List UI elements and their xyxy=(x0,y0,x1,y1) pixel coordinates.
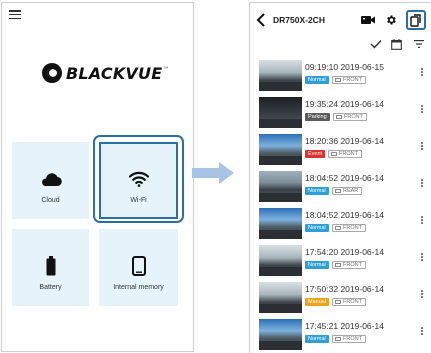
camera-icon xyxy=(335,78,341,82)
tile-cloud[interactable]: Cloud xyxy=(12,142,89,219)
recording-type-badge: Manual xyxy=(305,298,330,306)
more-options-icon[interactable] xyxy=(419,253,425,267)
camera-channel-label: FRONT xyxy=(328,150,362,158)
arrow-right-icon xyxy=(192,162,234,184)
recording-row[interactable]: 17:45:21 2019-06-14 Normal FRONT xyxy=(250,316,431,353)
camera-channel-label: FRONT xyxy=(333,113,367,121)
more-options-icon[interactable] xyxy=(419,290,425,304)
recording-row[interactable]: 17:50:32 2019-06-14 Manual FRONT xyxy=(250,279,431,316)
recording-row[interactable]: 17:54:20 2019-06-14 Normal FRONT xyxy=(250,242,431,279)
recording-type-badge: Parking xyxy=(305,113,330,121)
recording-row[interactable]: 18:04:52 2019-06-14 Normal REAR xyxy=(250,168,431,205)
camera-channel-label: FRONT xyxy=(332,261,366,269)
camera-channel-text: REAR xyxy=(343,187,359,194)
camera-channel-text: FRONT xyxy=(343,335,362,342)
recording-timestamp: 09:19:10 2019-06-15 xyxy=(305,62,384,72)
recording-row[interactable]: 18:04:52 2019-06-14 Normal FRONT xyxy=(250,205,431,242)
camera-icon xyxy=(335,263,341,267)
camera-channel-text: FRONT xyxy=(343,261,362,268)
blackvue-logo: BLACKVUE ™ xyxy=(42,62,168,84)
calendar-icon[interactable] xyxy=(391,39,402,50)
recording-type-badge: Normal xyxy=(305,261,329,269)
settings-gear-icon[interactable] xyxy=(383,12,399,28)
camera-icon xyxy=(331,152,337,156)
recording-timestamp: 18:20:36 2019-06-14 xyxy=(305,136,384,146)
logo-text: BLACKVUE xyxy=(66,63,163,83)
recording-row[interactable]: 18:20:36 2019-06-14 Event FRONT xyxy=(250,131,431,168)
camera-channel-text: FRONT xyxy=(339,150,358,157)
tile-internal-memory[interactable]: Internal memory xyxy=(99,229,178,306)
recording-timestamp: 17:54:20 2019-06-14 xyxy=(305,247,384,257)
recording-type-badge: Normal xyxy=(305,224,329,232)
camera-channel-label: FRONT xyxy=(332,76,366,84)
device-title: DR750X-2CH xyxy=(273,15,325,25)
recording-type-badge: Normal xyxy=(305,335,329,343)
tile-wifi-label: Wi-Fi xyxy=(130,197,147,204)
internal-memory-icon xyxy=(131,255,146,277)
more-options-icon[interactable] xyxy=(419,105,425,119)
recording-type-badge: Normal xyxy=(305,187,329,195)
camera-channel-label: FRONT xyxy=(332,335,366,343)
select-check-icon[interactable] xyxy=(370,39,382,49)
tile-wifi[interactable]: Wi-Fi xyxy=(99,142,178,219)
recording-type-badge: Event xyxy=(305,150,326,158)
recording-list: 09:19:10 2019-06-15 Normal FRONT 19:35:24 2… xyxy=(250,57,431,353)
cloud-icon xyxy=(40,168,62,190)
recording-row[interactable]: 19:35:24 2019-06-14 Parking FRONT xyxy=(250,94,431,131)
battery-icon xyxy=(46,255,56,277)
tile-battery[interactable]: Battery xyxy=(12,229,89,306)
file-manager-icon[interactable] xyxy=(406,10,426,30)
recording-timestamp: 18:04:52 2019-06-14 xyxy=(305,210,384,220)
camera-icon xyxy=(335,300,341,304)
more-options-icon[interactable] xyxy=(419,68,425,82)
camera-channel-label: FRONT xyxy=(332,298,366,306)
recording-timestamp: 19:35:24 2019-06-14 xyxy=(305,99,384,109)
app-home-screen: BLACKVUE ™ Cloud Wi-Fi Battery Internal … xyxy=(1,2,194,352)
recording-row[interactable]: 09:19:10 2019-06-15 Normal FRONT xyxy=(250,57,431,94)
more-options-icon[interactable] xyxy=(419,327,425,341)
menu-icon[interactable] xyxy=(9,10,21,20)
camera-icon xyxy=(335,226,341,230)
camera-channel-text: FRONT xyxy=(343,76,362,83)
video-thumbnail xyxy=(259,282,302,313)
list-toolbar xyxy=(250,37,431,55)
tile-battery-label: Battery xyxy=(39,284,62,291)
camera-channel-text: FRONT xyxy=(344,113,363,120)
more-options-icon[interactable] xyxy=(419,142,425,156)
back-chevron-icon[interactable] xyxy=(255,13,267,27)
video-thumbnail xyxy=(259,134,302,165)
more-options-icon[interactable] xyxy=(419,179,425,193)
logo-trademark: ™ xyxy=(163,66,169,72)
blackvue-logo-mark xyxy=(42,63,62,83)
camera-icon xyxy=(335,337,341,341)
camera-icon xyxy=(336,115,342,119)
camera-channel-label: FRONT xyxy=(332,224,366,232)
more-options-icon[interactable] xyxy=(419,216,425,230)
video-thumbnail xyxy=(259,319,302,350)
live-view-icon[interactable] xyxy=(360,12,376,28)
video-thumbnail xyxy=(259,171,302,202)
recording-type-badge: Normal xyxy=(305,76,329,84)
video-thumbnail xyxy=(259,97,302,128)
tile-cloud-label: Cloud xyxy=(41,197,60,204)
video-thumbnail xyxy=(259,245,302,276)
camera-channel-label: REAR xyxy=(332,187,363,195)
filter-icon[interactable] xyxy=(414,40,424,48)
wifi-icon xyxy=(128,168,149,190)
recording-timestamp: 18:04:52 2019-06-14 xyxy=(305,173,384,183)
camera-channel-text: FRONT xyxy=(343,298,362,305)
recording-timestamp: 17:50:32 2019-06-14 xyxy=(305,284,384,294)
camera-channel-text: FRONT xyxy=(343,224,362,231)
tile-internal-memory-label: Internal memory xyxy=(113,284,164,291)
camera-icon xyxy=(335,189,341,193)
top-bar: DR750X-2CH xyxy=(250,3,431,37)
video-thumbnail xyxy=(259,60,302,91)
recording-timestamp: 17:45:21 2019-06-14 xyxy=(305,321,384,331)
file-list-screen: DR750X-2CH 09:19:10 2019-06-15 Normal FRON… xyxy=(249,2,431,353)
video-thumbnail xyxy=(259,208,302,239)
